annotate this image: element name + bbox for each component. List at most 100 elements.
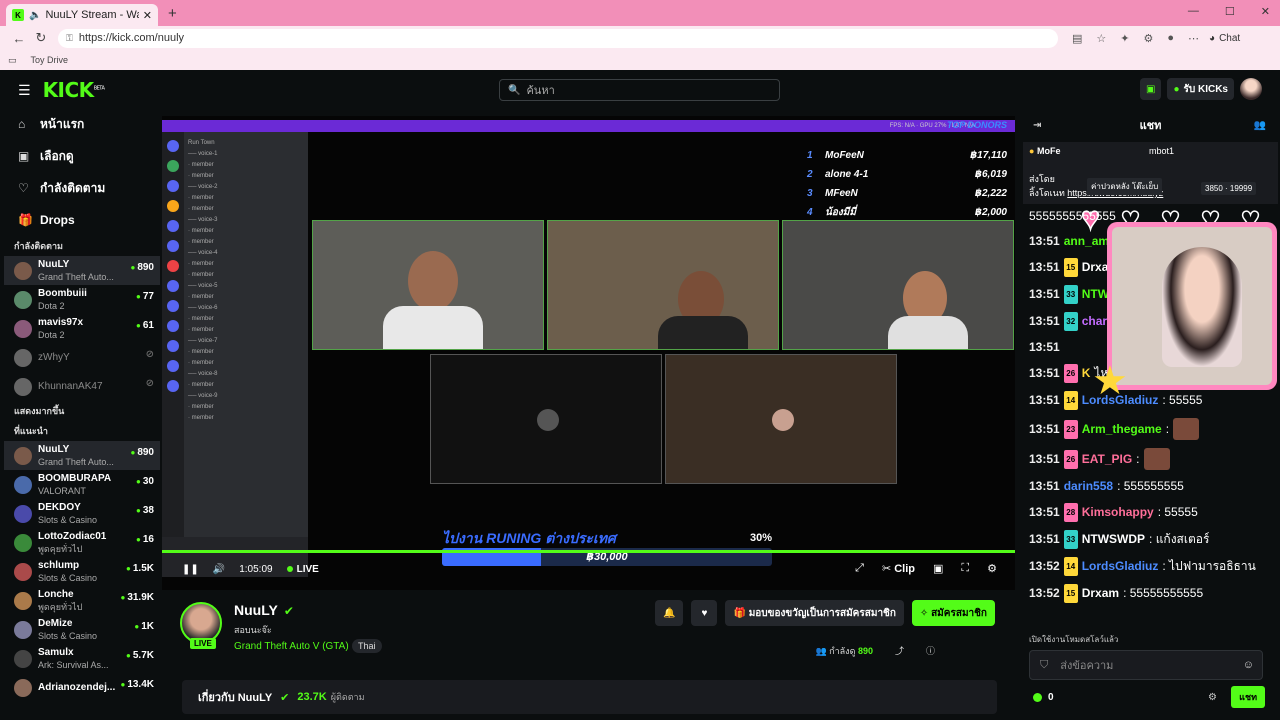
url-field[interactable]: ⚿ https://kick.com/nuuly (58, 28, 1058, 48)
seek-bar[interactable] (162, 550, 1015, 553)
gift-sub-button[interactable]: 🎁 มอบของขวัญเป็นการสมัครสมาชิก (725, 600, 904, 626)
donor-name: น้องมีมี่ (825, 207, 856, 218)
chat-users-icon[interactable]: 👥 (1254, 120, 1266, 131)
theater-icon[interactable]: ⤢ (855, 562, 864, 575)
channel-avatar (14, 377, 32, 396)
sidebar-channel[interactable]: schlump Slots & Casino ● 1.5K (4, 557, 160, 586)
channel-text: NuuLY Grand Theft Auto... (38, 444, 122, 468)
settings-icon[interactable]: ⚙ (987, 562, 997, 575)
sidebar-channel[interactable]: KhunnanAK47 ⊘ (4, 372, 160, 401)
sidebar-nav-item[interactable]: ▣ เลือกดู (4, 140, 160, 172)
sidebar-toggle-icon[interactable]: ▭ (8, 55, 17, 66)
chat-username[interactable]: Drxa (1082, 259, 1109, 276)
maximize-icon[interactable]: ☐ (1225, 5, 1235, 18)
profile-icon[interactable]: ● (1167, 32, 1174, 44)
send-chat-button[interactable]: แชท (1231, 686, 1265, 708)
heart-icon: ♥ (701, 607, 708, 619)
subscribe-button[interactable]: ✧ สมัครสมาชิก (911, 600, 995, 626)
close-tab-icon[interactable]: ✕ (143, 9, 152, 22)
sidebar-channel[interactable]: Lonche พูดคุยทั่วไป ● 31.9K (4, 586, 160, 615)
volume-icon[interactable]: 🔊 (213, 564, 225, 575)
speaker-icon[interactable]: 🔈 (29, 10, 41, 21)
sidebar-nav-item[interactable]: ⌂ หน้าแรก (4, 108, 160, 140)
sidebar-channel[interactable]: Boombuiii Dota 2 ● 77 (4, 285, 160, 314)
back-icon[interactable]: ← (8, 31, 30, 46)
chat-username[interactable]: EAT_PIG (1082, 451, 1132, 468)
get-kicks-button[interactable]: ● รับ KICKs (1167, 78, 1234, 100)
chat-username[interactable]: Drxam (1082, 585, 1119, 602)
viewer-count: 👥 กำลังดู 890 (815, 644, 873, 658)
sidebar-channel[interactable]: DEKDOY Slots & Casino ● 38 (4, 499, 160, 528)
streamer-name[interactable]: NuuLY (234, 602, 278, 618)
pause-icon[interactable]: ❚❚ (182, 564, 199, 575)
collapse-chat-icon[interactable]: ⇥ (1033, 120, 1041, 131)
browser-tab[interactable]: K 🔈 NuuLY Stream - Watch Live on ✕ (6, 4, 158, 26)
reload-icon[interactable]: ↻ (30, 30, 52, 46)
live-dot-icon: ● (136, 321, 141, 330)
hamburger-menu-icon[interactable]: ☰ (18, 82, 31, 99)
chat-timestamp: 13:51 (1029, 340, 1060, 354)
star-icon[interactable]: ☆ (1096, 32, 1106, 45)
chat-username[interactable]: K (1082, 365, 1091, 382)
chat-input[interactable]: ⛉ ส่งข้อความ ☺ (1029, 650, 1263, 680)
video-player[interactable]: FPS: N/A · GPU 27% · LAT: N/A TOP DONORS… (162, 116, 1015, 590)
chat-username[interactable]: Kimsohappy (1082, 504, 1154, 521)
webcam-2 (547, 220, 779, 350)
user-avatar[interactable] (1240, 78, 1262, 100)
emoji-icon[interactable]: ☺ (1243, 659, 1254, 671)
drops-button[interactable]: ▣ (1139, 78, 1162, 100)
site-info-icon[interactable]: ⚿ (66, 33, 73, 44)
reader-icon[interactable]: ▤ (1072, 32, 1082, 45)
sidebar-nav-item[interactable]: 🎁 Drops (4, 204, 160, 236)
channel-name: mavis97x (38, 316, 84, 328)
show-more-link[interactable]: แสดงมากขึ้น (4, 401, 160, 421)
discord-overlay: Run Town ── voice-1 · member · member ── vo… (162, 132, 308, 577)
copilot-chat-button[interactable]: ◕ Chat (1209, 33, 1240, 44)
sidebar-channel[interactable]: mavis97x Dota 2 ● 61 (4, 314, 160, 343)
chat-username[interactable]: darin558 (1064, 478, 1113, 495)
chat-username[interactable]: ann_am (1064, 233, 1109, 250)
subscribe-star-icon: ✧ (919, 607, 932, 619)
sidebar-channel[interactable]: Adrianozendej... ● 13.4K (4, 673, 160, 702)
chat-username[interactable]: NTWSWDP (1082, 531, 1145, 548)
chat-timestamp: 13:51 (1029, 366, 1060, 380)
more-info-icon[interactable]: ⓘ (926, 644, 935, 658)
follow-heart-button[interactable]: ♥ (691, 600, 718, 626)
kick-logo[interactable]: KICKBETA (43, 78, 105, 102)
chat-username[interactable]: LordsGladiuz (1082, 558, 1159, 575)
chat-username[interactable]: NTW (1082, 286, 1109, 303)
fullscreen-icon[interactable]: ⛶ (961, 562, 969, 575)
clip-button[interactable]: ✂ Clip (882, 562, 915, 575)
channel-category: พูดคุยทั่วไป (38, 601, 83, 612)
chat-username[interactable]: char (1082, 313, 1107, 330)
live-indicator[interactable]: LIVE (286, 564, 319, 575)
logo-text: KICK (42, 78, 95, 102)
minimize-icon[interactable]: — (1188, 5, 1199, 18)
sidebar-channel[interactable]: BOOMBURAPA VALORANT ● 30 (4, 470, 160, 499)
bookmark-toy-drive[interactable]: Toy Drive (31, 55, 69, 65)
new-tab-icon[interactable]: + (168, 5, 177, 22)
search-placeholder: ค้นหา (526, 85, 555, 97)
puzzle-icon[interactable]: ⚙ (1144, 32, 1154, 45)
channel-viewer-count: 890 (137, 262, 154, 273)
close-window-icon[interactable]: ✕ (1261, 5, 1270, 18)
menu-icon[interactable]: ⋯ (1188, 32, 1199, 45)
chat-settings-icon[interactable]: ⚙ (1208, 692, 1217, 703)
sidebar-nav-item[interactable]: ♡ กำลังติดตาม (4, 172, 160, 204)
miniplayer-icon[interactable]: ▣ (933, 562, 943, 575)
channel-text: Adrianozendej... (38, 682, 122, 694)
chat-username[interactable]: Arm_thegame (1082, 421, 1162, 438)
sidebar-channel[interactable]: DeMize Slots & Casino ● 1K (4, 615, 160, 644)
sidebar-channel[interactable]: LottoZodiac01 พูดคุยทั่วไป ● 16 (4, 528, 160, 557)
sidebar-channel[interactable]: Samulx Ark: Survival As... ● 5.7K (4, 644, 160, 673)
sidebar-channel[interactable]: NuuLY Grand Theft Auto... ● 890 (4, 256, 160, 285)
sidebar-channel[interactable]: NuuLY Grand Theft Auto... ● 890 (4, 441, 160, 470)
stream-category[interactable]: Grand Theft Auto V (GTA) (234, 641, 349, 652)
share-icon[interactable]: ⤴ (895, 644, 904, 658)
extension-icon[interactable]: ✦ (1120, 32, 1129, 45)
sidebar-channel[interactable]: zWhyY ⊘ (4, 343, 160, 372)
channel-points[interactable]: 0 (1033, 692, 1054, 703)
notification-bell-button[interactable]: 🔔 (655, 600, 684, 626)
stream-tag[interactable]: Thai (352, 639, 382, 653)
search-input[interactable]: 🔍 ค้นหา (499, 79, 780, 101)
